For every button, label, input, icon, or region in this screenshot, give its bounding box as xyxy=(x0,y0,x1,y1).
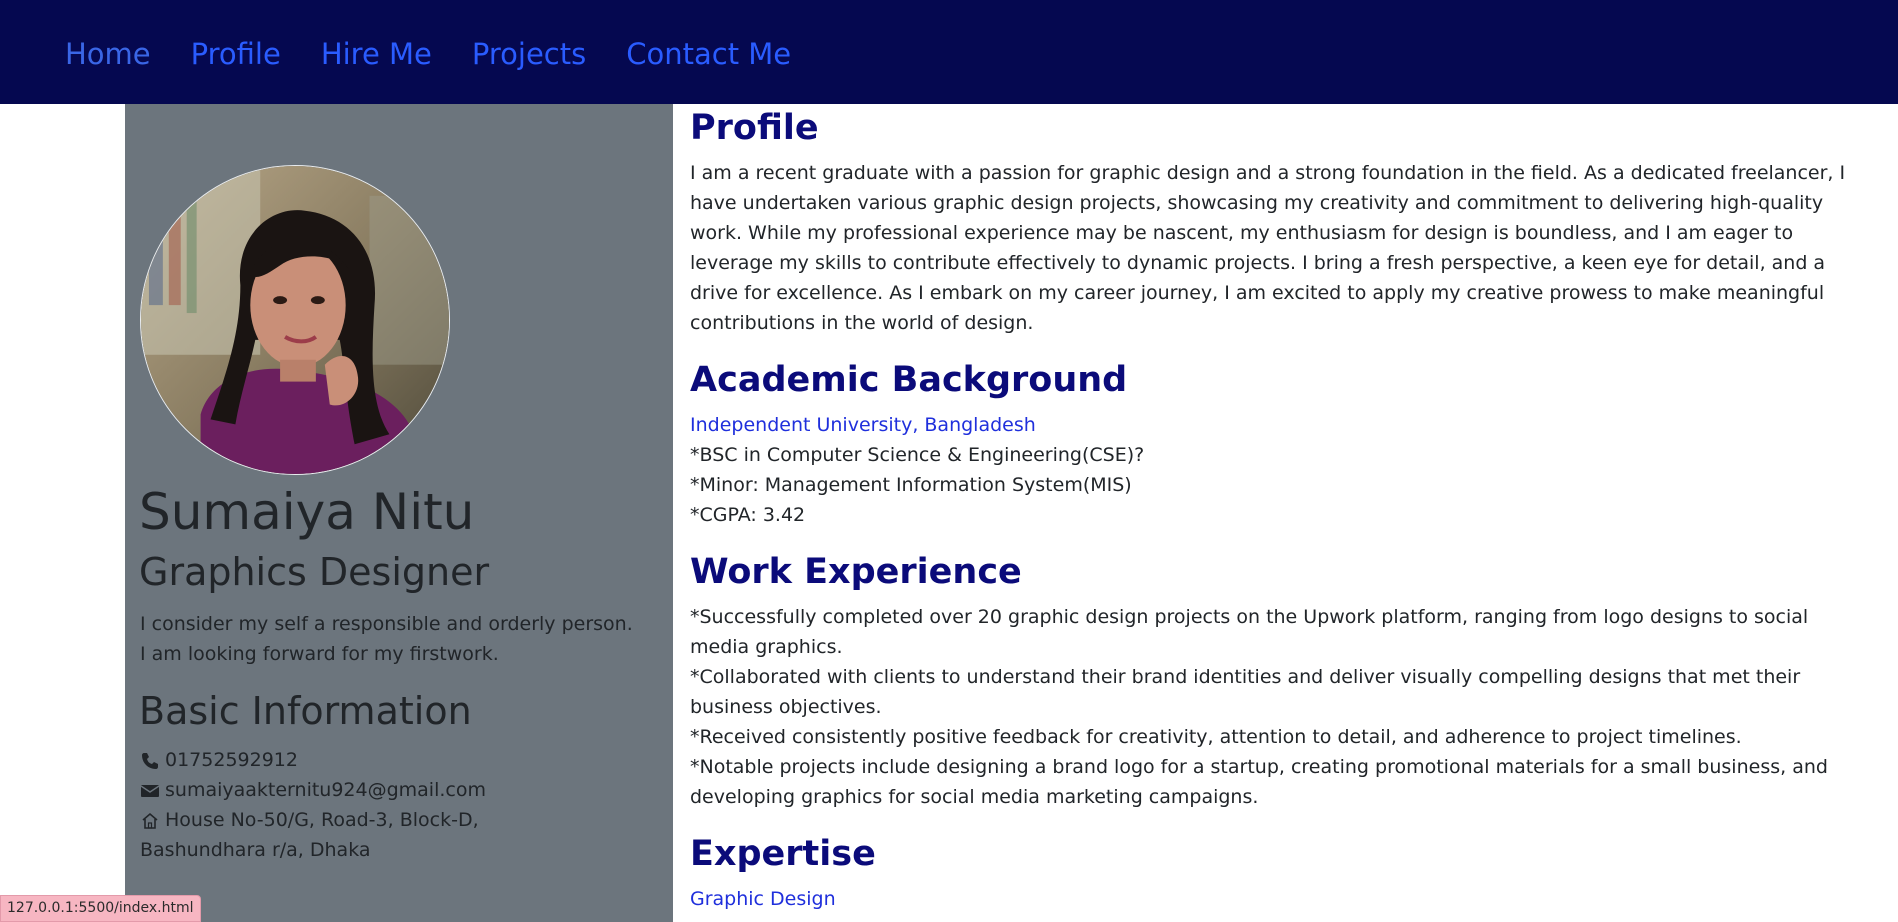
text-line: have undertaken various graphic design p… xyxy=(690,192,1824,214)
text-line: *Successfully completed over 20 graphic … xyxy=(690,606,1809,628)
home-icon xyxy=(140,810,160,830)
profile-sidebar: Sumaiya Nitu Graphics Designer I conside… xyxy=(125,104,673,922)
profile-role: Graphics Designer xyxy=(139,550,490,594)
profile-heading: Profile xyxy=(690,108,819,148)
link-preview-status: 127.0.0.1:5500/index.html xyxy=(0,895,201,922)
top-navbar: Home Profile Hire Me Projects Contact Me xyxy=(0,0,1898,104)
profile-photo xyxy=(140,165,450,475)
bio-line: I am looking forward for my firstwork. xyxy=(140,643,499,665)
text-line: *Received consistently positive feedback… xyxy=(690,726,1742,748)
profile-text: I am a recent graduate with a passion fo… xyxy=(690,158,1846,338)
phone-icon xyxy=(140,750,160,770)
address-row: House No-50/G, Road-3, Block-D, xyxy=(140,805,660,835)
cgpa-line: *CGPA: 3.42 xyxy=(690,504,806,526)
text-line: I am a recent graduate with a passion fo… xyxy=(690,162,1846,184)
basic-information-heading: Basic Information xyxy=(139,689,472,733)
profile-name: Sumaiya Nitu xyxy=(139,483,475,541)
email-address: sumaiyaakternitu924@gmail.com xyxy=(165,779,486,801)
academic-heading: Academic Background xyxy=(690,360,1128,400)
nav-profile[interactable]: Profile xyxy=(191,36,281,72)
work-experience-heading: Work Experience xyxy=(690,552,1022,592)
profile-bio: I consider my self a responsible and ord… xyxy=(140,609,660,669)
bio-line: I consider my self a responsible and ord… xyxy=(140,613,633,635)
basic-information: 01752592912 sumaiyaakternitu924@gmail.co… xyxy=(140,745,660,865)
academic-text: Independent University, Bangladesh *BSC … xyxy=(690,410,1760,530)
text-line: *Notable projects include designing a br… xyxy=(690,756,1828,778)
text-line: business objectives. xyxy=(690,696,882,718)
nav-projects[interactable]: Projects xyxy=(472,36,586,72)
text-line: contributions in the world of design. xyxy=(690,312,1034,334)
nav-contact-me[interactable]: Contact Me xyxy=(626,36,791,72)
nav-hire-me[interactable]: Hire Me xyxy=(321,36,432,72)
expertise-heading: Expertise xyxy=(690,834,876,874)
phone-number: 01752592912 xyxy=(165,749,298,771)
university-name: Independent University, Bangladesh xyxy=(690,414,1036,436)
text-line: media graphics. xyxy=(690,636,843,658)
degree-line: *BSC in Computer Science & Engineering(C… xyxy=(690,444,1145,466)
minor-line: *Minor: Management Information System(MI… xyxy=(690,474,1132,496)
text-line: leverage my skills to contribute effecti… xyxy=(690,252,1826,274)
main-content: Profile I am a recent graduate with a pa… xyxy=(690,104,1846,922)
address-row: Bashundhara r/a, Dhaka xyxy=(140,835,660,865)
text-line: developing graphics for social media mar… xyxy=(690,786,1259,808)
envelope-icon xyxy=(140,780,160,800)
text-line: *Collaborated with clients to understand… xyxy=(690,666,1801,688)
expertise-item: Graphic Design xyxy=(690,888,836,910)
nav-home[interactable]: Home xyxy=(65,36,151,72)
profile-photo-icon xyxy=(141,166,449,474)
address-line: House No-50/G, Road-3, Block-D, xyxy=(165,809,479,831)
nav-links: Home Profile Hire Me Projects Contact Me xyxy=(65,36,791,72)
email-row: sumaiyaakternitu924@gmail.com xyxy=(140,775,660,805)
phone-row: 01752592912 xyxy=(140,745,660,775)
work-experience-text: *Successfully completed over 20 graphic … xyxy=(690,602,1828,812)
text-line: work. While my professional experience m… xyxy=(690,222,1794,244)
text-line: drive for excellence. As I embark on my … xyxy=(690,282,1825,304)
address-line: Bashundhara r/a, Dhaka xyxy=(140,839,371,861)
expertise-list: Graphic Design xyxy=(690,884,1760,914)
